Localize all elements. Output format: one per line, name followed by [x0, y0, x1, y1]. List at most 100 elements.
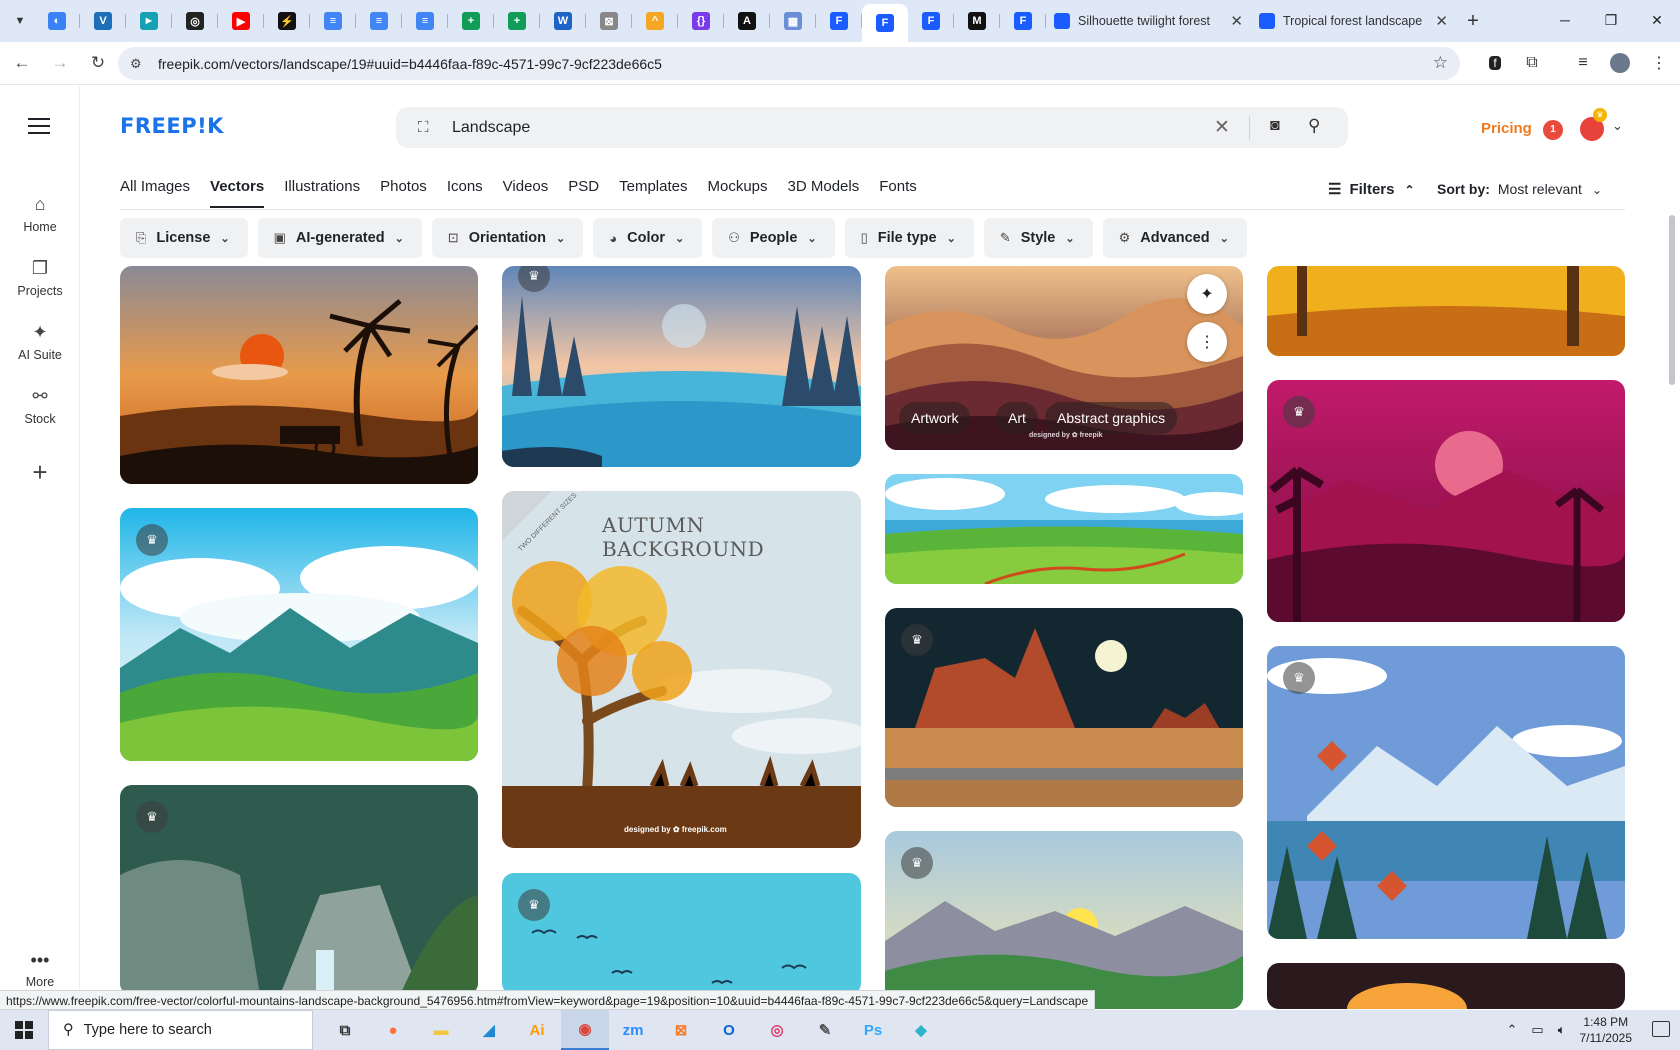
xampp-icon[interactable]: ⊠	[657, 1010, 705, 1050]
browser-tab[interactable]: ^	[632, 4, 678, 38]
filter-license[interactable]: ⎘ License ⌄	[120, 218, 248, 258]
site-settings-icon[interactable]: ⚙	[130, 56, 142, 72]
task-view-icon[interactable]: ⧉	[321, 1010, 369, 1050]
restore-icon[interactable]: ❐	[1588, 0, 1634, 40]
tab-videos[interactable]: Videos	[503, 178, 549, 208]
more-options-icon[interactable]: ⋮	[1187, 322, 1227, 362]
search-input[interactable]: Landscape	[452, 119, 530, 137]
sidebar-item-stock[interactable]: ⚯ Stock	[0, 386, 80, 426]
sort-dropdown[interactable]: Sort by: Most relevant ⌄	[1437, 181, 1602, 197]
tab-all-images[interactable]: All Images	[120, 178, 190, 208]
filter-style[interactable]: ✎ Style ⌄	[983, 218, 1093, 258]
media-control-icon[interactable]: ≡	[1567, 47, 1599, 79]
tag-art[interactable]: Art	[996, 402, 1038, 434]
minimize-icon[interactable]: ─	[1542, 0, 1588, 40]
image-card[interactable]: ✦ ⋮ Artwork Art Abstract graphics design…	[885, 266, 1243, 450]
browser-tab[interactable]: +	[494, 4, 540, 38]
ai-generate-icon[interactable]: ✦	[1187, 274, 1227, 314]
filters-button[interactable]: ☰ Filters ⌃	[1328, 180, 1415, 198]
filter-ai-generated[interactable]: ▣ AI-generated ⌄	[257, 218, 422, 258]
browser-tab[interactable]: A	[724, 4, 770, 38]
tab-templates[interactable]: Templates	[619, 178, 687, 208]
image-card[interactable]: ♛	[885, 608, 1243, 807]
chevron-down-icon[interactable]: ⌄	[1612, 118, 1623, 134]
back-icon[interactable]: ←	[6, 47, 38, 79]
sidebar-item-more[interactable]: ••• More	[0, 950, 80, 989]
sidebar-item-home[interactable]: ⌂ Home	[0, 194, 80, 234]
filter-people[interactable]: ⚇ People ⌄	[712, 218, 835, 258]
sidebar-item-ai-suite[interactable]: ✦ AI Suite	[0, 322, 80, 362]
windows-start-icon[interactable]	[0, 1010, 48, 1050]
tab-photos[interactable]: Photos	[380, 178, 427, 208]
vpn-app-icon[interactable]: ◆	[897, 1010, 945, 1050]
tab-psd[interactable]: PSD	[568, 178, 599, 208]
image-card[interactable]: ♛	[502, 266, 861, 467]
browser-tab[interactable]: {}	[678, 4, 724, 38]
browser-tab[interactable]: ▶	[218, 4, 264, 38]
image-card[interactable]	[120, 266, 478, 484]
font-extension-icon[interactable]: f	[1479, 47, 1511, 79]
close-window-icon[interactable]: ✕	[1634, 0, 1680, 40]
scrollbar-thumb[interactable]	[1669, 215, 1675, 385]
tag-abstract-graphics[interactable]: Abstract graphics	[1045, 402, 1178, 434]
tab-search-chevron-icon[interactable]: ▼	[6, 7, 34, 35]
image-card[interactable]: ♛	[1267, 380, 1625, 622]
browser-tab[interactable]: M	[954, 4, 1000, 38]
browser-tab[interactable]: ≡	[356, 4, 402, 38]
browser-tab[interactable]: F	[908, 4, 954, 38]
profile-avatar[interactable]	[1604, 47, 1636, 79]
tab-fonts[interactable]: Fonts	[879, 178, 917, 208]
close-tab-icon[interactable]: ✕	[1435, 12, 1448, 30]
browser-tab[interactable]: Tropical forest landscape ✕	[1251, 4, 1456, 38]
volume-icon[interactable]: 🔈︎	[1558, 1022, 1566, 1038]
vscode-icon[interactable]: ◢	[465, 1010, 513, 1050]
browser-tab[interactable]: Silhouette twilight forest ✕	[1046, 4, 1251, 38]
tab-mockups[interactable]: Mockups	[707, 178, 767, 208]
image-card[interactable]	[1267, 266, 1625, 356]
freepik-logo[interactable]: FREEP!K	[120, 114, 224, 138]
tab-3d-models[interactable]: 3D Models	[788, 178, 860, 208]
image-card[interactable]: ♛	[1267, 646, 1625, 939]
clear-search-icon[interactable]: ✕	[1214, 116, 1230, 139]
browser-tab[interactable]: F	[816, 4, 862, 38]
image-card[interactable]: AUTUMN BACKGROUND TWO DIFFERENT SIZES de…	[502, 491, 861, 848]
browser-tab[interactable]: ≡	[310, 4, 356, 38]
new-tab-button[interactable]: +	[1456, 4, 1490, 38]
taskbar-search-input[interactable]: ⚲ Type here to search	[48, 1010, 313, 1050]
image-card[interactable]: ♛	[885, 831, 1243, 1009]
filter-orientation[interactable]: ⊡ Orientation ⌄	[431, 218, 584, 258]
close-tab-icon[interactable]: ✕	[1230, 12, 1243, 30]
browser-tab[interactable]: +	[448, 4, 494, 38]
browser-tab[interactable]: ◎	[172, 4, 218, 38]
forward-icon[interactable]: →	[44, 47, 76, 79]
network-icon[interactable]: ▭	[1531, 1022, 1543, 1038]
filter-color[interactable]: ◕ Color ⌄	[593, 218, 703, 258]
url-input[interactable]: ⚙ freepik.com/vectors/landscape/19#uuid=…	[118, 47, 1460, 80]
browser-tab[interactable]: F	[862, 4, 908, 42]
file-explorer-icon[interactable]: ▬	[417, 1010, 465, 1050]
browser-tab[interactable]: ◐	[34, 4, 80, 38]
sidebar-item-projects[interactable]: ❐ Projects	[0, 258, 80, 298]
photoshop-icon[interactable]: Ps	[849, 1010, 897, 1050]
reload-icon[interactable]: ↻	[82, 47, 114, 79]
browser-tab[interactable]: W	[540, 4, 586, 38]
browser-tab[interactable]: F	[1000, 4, 1046, 38]
extensions-puzzle-icon[interactable]: ⧉	[1516, 47, 1548, 79]
tab-illustrations[interactable]: Illustrations	[284, 178, 360, 208]
ai-search-icon[interactable]: ⛶	[418, 119, 429, 136]
zoom-icon[interactable]: zm	[609, 1010, 657, 1050]
creative-cloud-icon[interactable]: ◎	[753, 1010, 801, 1050]
browser-tab[interactable]: ▦	[770, 4, 816, 38]
browser-tab[interactable]: ►	[126, 4, 172, 38]
image-card[interactable]: ♛	[502, 873, 861, 995]
pen-icon[interactable]: ✎	[801, 1010, 849, 1050]
browser-menu-icon[interactable]: ⋮	[1643, 47, 1675, 79]
browser-tab[interactable]: ⚡	[264, 4, 310, 38]
browser-tab[interactable]: ⊠	[586, 4, 632, 38]
outlook-icon[interactable]: O	[705, 1010, 753, 1050]
browser-tab[interactable]: ≡	[402, 4, 448, 38]
notification-center-icon[interactable]	[1652, 1021, 1670, 1037]
filter-file-type[interactable]: ▯ File type ⌄	[844, 218, 974, 258]
tag-artwork[interactable]: Artwork	[899, 402, 971, 434]
chrome-icon[interactable]: ◉	[561, 1010, 609, 1050]
